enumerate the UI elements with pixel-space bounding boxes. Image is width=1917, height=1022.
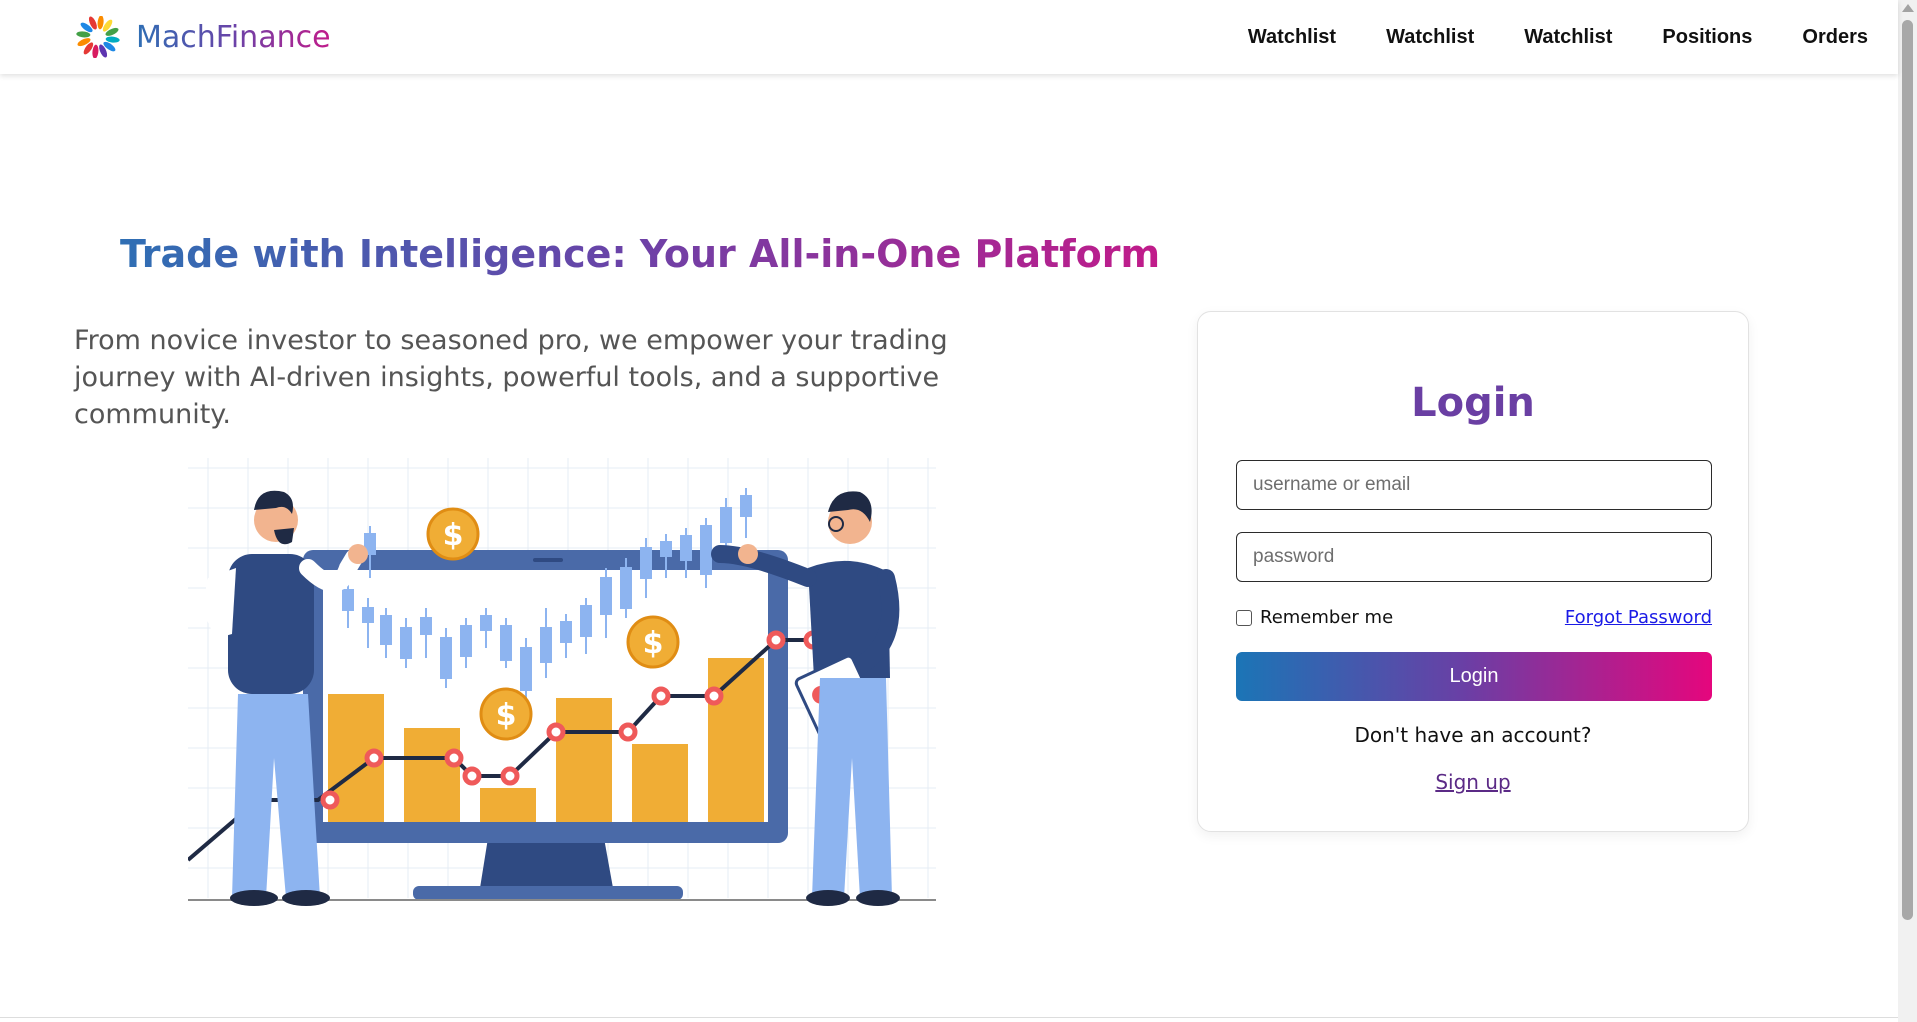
- nav-item-watchlist-2[interactable]: Watchlist: [1386, 26, 1474, 49]
- svg-text:$: $: [643, 626, 664, 661]
- svg-text:$: $: [443, 518, 464, 553]
- hero-title: Trade with Intelligence: Your All-in-One…: [120, 232, 1161, 276]
- hero-subtitle: From novice investor to seasoned pro, we…: [74, 325, 948, 430]
- nav-links: Watchlist Watchlist Watchlist Positions …: [1198, 0, 1868, 74]
- nav-item-orders[interactable]: Orders: [1802, 26, 1868, 49]
- rainbow-ring-logo-icon: [76, 16, 120, 58]
- login-button[interactable]: Login: [1236, 652, 1712, 701]
- username-input[interactable]: [1236, 460, 1712, 510]
- brand-name: MachFinance: [136, 19, 331, 55]
- svg-text:$: $: [496, 698, 517, 733]
- scroll-thumb[interactable]: [1902, 20, 1913, 920]
- nav-item-positions[interactable]: Positions: [1662, 26, 1752, 49]
- signup-link[interactable]: Sign up: [1198, 770, 1748, 794]
- nav-item-watchlist-3[interactable]: Watchlist: [1524, 26, 1612, 49]
- login-card: Login Remember me Forgot Password Login …: [1197, 311, 1749, 832]
- nav-item-watchlist-1[interactable]: Watchlist: [1248, 26, 1336, 49]
- top-navbar: MachFinance Watchlist Watchlist Watchlis…: [0, 0, 1898, 74]
- remember-me-label[interactable]: Remember me: [1260, 607, 1393, 628]
- brand[interactable]: MachFinance: [74, 16, 331, 58]
- page-scrollbar[interactable]: [1898, 0, 1917, 1022]
- forgot-password-link[interactable]: Forgot Password: [1565, 607, 1712, 628]
- scroll-up-arrow-icon[interactable]: [1902, 4, 1914, 12]
- remember-me-checkbox[interactable]: [1236, 610, 1252, 626]
- trading-chart-illustration: $ $ $: [188, 458, 936, 906]
- login-title: Login: [1411, 380, 1535, 426]
- no-account-text: Don't have an account?: [1354, 723, 1592, 747]
- remember-row: Remember me Forgot Password: [1236, 605, 1712, 631]
- password-input[interactable]: [1236, 532, 1712, 582]
- page-divider: [0, 1017, 1898, 1018]
